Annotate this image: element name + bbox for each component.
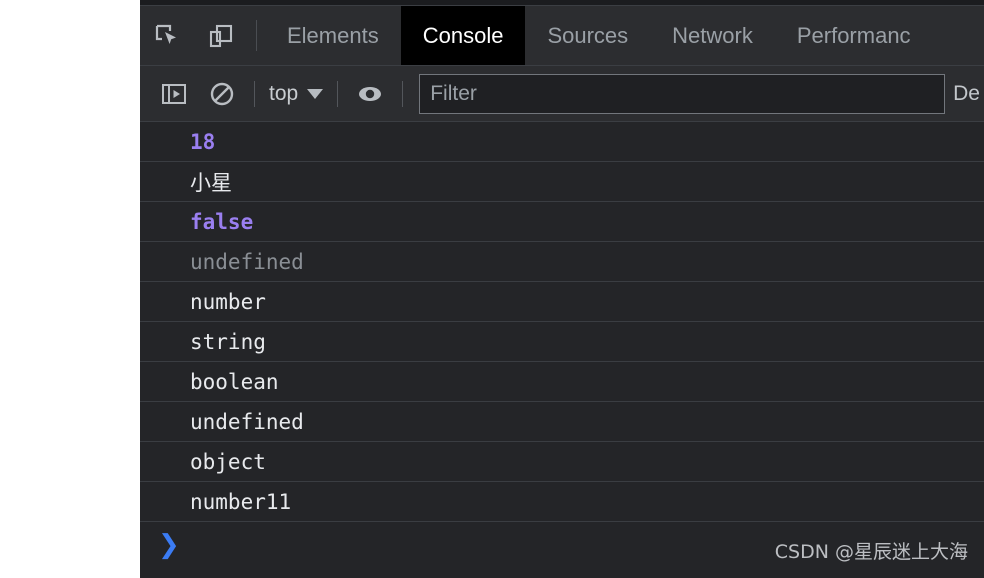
devtools-panel: Elements Console Sources Network Perform… xyxy=(140,0,984,578)
tab-elements[interactable]: Elements xyxy=(265,6,401,65)
tab-performance[interactable]: Performanc xyxy=(775,6,933,65)
chevron-down-icon xyxy=(307,88,324,99)
console-message-text: 18 xyxy=(190,129,216,154)
toolbar-divider-1 xyxy=(254,80,255,107)
execution-context-value: top xyxy=(269,81,299,105)
web-page-content-area xyxy=(0,0,140,578)
console-row: undefined xyxy=(140,242,984,282)
tabbar-divider xyxy=(256,20,257,51)
console-output[interactable]: 18 小星 false undefined number string bool… xyxy=(140,122,984,578)
screenshot-root: Elements Console Sources Network Perform… xyxy=(0,0,984,578)
console-row: string xyxy=(140,322,984,362)
console-message-text: string xyxy=(190,329,266,354)
console-row: 小星 xyxy=(140,162,984,202)
tab-sources-label: Sources xyxy=(547,22,629,48)
tab-console[interactable]: Console xyxy=(400,6,526,65)
tab-network[interactable]: Network xyxy=(650,6,775,65)
eye-icon[interactable] xyxy=(346,72,394,116)
console-message-text: number xyxy=(190,289,266,314)
console-message-text: number11 xyxy=(190,489,292,514)
console-row: number11 xyxy=(140,482,984,522)
console-row: 18 xyxy=(140,122,984,162)
execution-context-selector[interactable]: top xyxy=(263,82,329,106)
watermark: CSDN @星辰迷上大海 xyxy=(774,541,968,563)
console-toolbar: top De xyxy=(140,66,984,122)
console-message-text: false xyxy=(190,209,254,234)
filter-input[interactable] xyxy=(419,73,946,114)
console-row: undefined xyxy=(140,402,984,442)
console-row: false xyxy=(140,202,984,242)
console-row: number xyxy=(140,282,984,322)
toolbar-divider-2 xyxy=(337,80,339,107)
console-message-text: boolean xyxy=(190,369,279,394)
tab-performance-label: Performanc xyxy=(796,22,911,48)
tab-console-label: Console xyxy=(422,22,504,48)
console-message-text: 小星 xyxy=(190,170,232,195)
console-message-text: object xyxy=(190,449,266,474)
console-row: object xyxy=(140,442,984,482)
tab-sources[interactable]: Sources xyxy=(525,6,650,65)
device-toolbar-icon[interactable] xyxy=(194,6,248,65)
clear-console-icon[interactable] xyxy=(198,72,246,116)
prompt-chevron-icon: ❯ xyxy=(158,530,180,560)
console-row: boolean xyxy=(140,362,984,402)
default-levels-dropdown[interactable]: De xyxy=(953,82,984,106)
inspect-element-icon[interactable] xyxy=(140,6,194,65)
devtools-tab-bar: Elements Console Sources Network Perform… xyxy=(140,6,984,66)
toolbar-divider-3 xyxy=(402,80,404,107)
console-message-text: undefined xyxy=(190,249,304,274)
tab-network-label: Network xyxy=(672,22,753,48)
console-sidebar-icon[interactable] xyxy=(150,72,198,116)
console-message-text: undefined xyxy=(190,409,304,434)
tab-elements-label: Elements xyxy=(287,22,379,48)
